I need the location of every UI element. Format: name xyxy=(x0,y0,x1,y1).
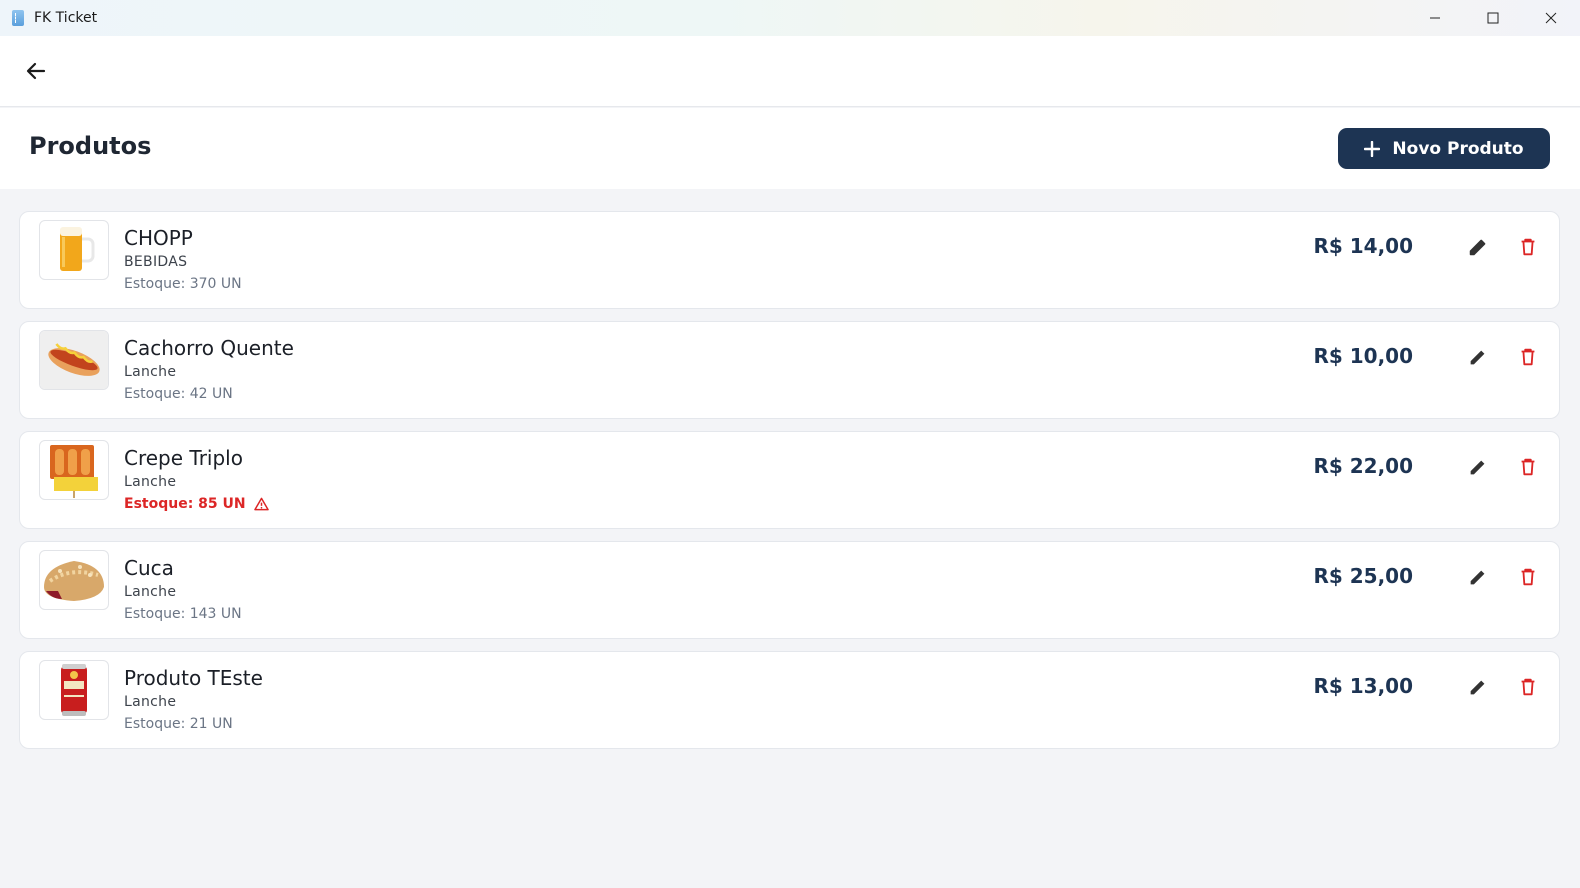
product-stock: Estoque: 21 UN xyxy=(124,716,233,732)
pencil-icon xyxy=(1470,350,1485,365)
product-name: Produto TEste xyxy=(124,666,263,690)
product-stock: Estoque: 143 UN xyxy=(124,606,242,622)
back-button[interactable] xyxy=(18,53,54,89)
product-category: Lanche xyxy=(124,474,177,490)
pencil-icon xyxy=(1469,239,1486,256)
cake-icon xyxy=(44,561,104,601)
product-stock-text: Estoque: 42 UN xyxy=(124,386,233,402)
beer-can-icon xyxy=(61,664,87,716)
delete-product-button[interactable] xyxy=(1513,232,1543,262)
product-category: Lanche xyxy=(124,364,177,380)
product-price: R$ 14,00 xyxy=(1313,234,1413,258)
pencil-icon xyxy=(1470,680,1485,695)
pencil-icon xyxy=(1470,570,1485,585)
product-name: Cuca xyxy=(124,556,174,580)
product-stock-text: Estoque: 143 UN xyxy=(124,606,242,622)
product-category: BEBIDAS xyxy=(124,254,188,270)
product-stock: Estoque: 85 UN xyxy=(124,496,269,512)
product-list: CHOPP BEBIDAS Estoque: 370 UN R$ 14,00 C… xyxy=(19,211,1560,761)
window-title: FK Ticket xyxy=(34,10,98,26)
product-price: R$ 10,00 xyxy=(1313,344,1413,368)
maximize-icon xyxy=(1487,12,1499,24)
close-window-button[interactable] xyxy=(1522,0,1580,36)
warning-icon xyxy=(253,497,269,511)
page-title: Produtos xyxy=(29,132,152,160)
app-bar xyxy=(0,36,1580,107)
page-header: Produtos Novo Produto xyxy=(0,108,1580,189)
trash-icon xyxy=(1521,568,1535,586)
trash-icon xyxy=(1521,238,1535,256)
product-price: R$ 22,00 xyxy=(1313,454,1413,478)
new-product-button-label: Novo Produto xyxy=(1392,138,1524,159)
product-image xyxy=(39,550,109,610)
product-stock-text: Estoque: 21 UN xyxy=(124,716,233,732)
product-card[interactable]: Cuca Lanche Estoque: 143 UN R$ 25,00 xyxy=(19,541,1560,639)
plus-icon xyxy=(1364,140,1381,157)
delete-product-button[interactable] xyxy=(1513,562,1543,592)
app-logo-icon xyxy=(12,10,24,26)
product-stock: Estoque: 42 UN xyxy=(124,386,233,402)
product-image xyxy=(39,330,109,390)
trash-icon xyxy=(1521,678,1535,696)
delete-product-button[interactable] xyxy=(1513,452,1543,482)
product-price: R$ 13,00 xyxy=(1313,674,1413,698)
product-card[interactable]: CHOPP BEBIDAS Estoque: 370 UN R$ 14,00 xyxy=(19,211,1560,309)
hotdog-icon xyxy=(40,331,108,389)
product-image xyxy=(39,220,109,280)
product-stock: Estoque: 370 UN xyxy=(124,276,242,292)
close-icon xyxy=(1545,12,1557,24)
product-name: Cachorro Quente xyxy=(124,336,294,360)
window-titlebar: FK Ticket xyxy=(0,0,1580,36)
product-category: Lanche xyxy=(124,694,177,710)
maximize-button[interactable] xyxy=(1464,0,1522,36)
trash-icon xyxy=(1521,458,1535,476)
edit-product-button[interactable] xyxy=(1463,672,1493,702)
arrow-left-icon xyxy=(26,62,46,80)
pencil-icon xyxy=(1470,460,1485,475)
product-image xyxy=(39,440,109,500)
product-stock-text: Estoque: 85 UN xyxy=(124,496,246,512)
minimize-icon xyxy=(1430,17,1440,19)
crepe-icon xyxy=(50,445,98,498)
beer-mug-icon xyxy=(60,227,95,271)
product-stock-text: Estoque: 370 UN xyxy=(124,276,242,292)
product-image xyxy=(39,660,109,720)
product-card[interactable]: Cachorro Quente Lanche Estoque: 42 UN R$… xyxy=(19,321,1560,419)
product-card[interactable]: Produto TEste Lanche Estoque: 21 UN R$ 1… xyxy=(19,651,1560,749)
edit-product-button[interactable] xyxy=(1463,452,1493,482)
window-controls xyxy=(1406,0,1580,36)
delete-product-button[interactable] xyxy=(1513,672,1543,702)
edit-product-button[interactable] xyxy=(1463,342,1493,372)
product-price: R$ 25,00 xyxy=(1313,564,1413,588)
edit-product-button[interactable] xyxy=(1463,232,1493,262)
trash-icon xyxy=(1521,348,1535,366)
product-name: CHOPP xyxy=(124,226,193,250)
product-category: Lanche xyxy=(124,584,177,600)
product-card[interactable]: Crepe Triplo Lanche Estoque: 85 UN R$ 22… xyxy=(19,431,1560,529)
product-name: Crepe Triplo xyxy=(124,446,243,470)
delete-product-button[interactable] xyxy=(1513,342,1543,372)
new-product-button[interactable]: Novo Produto xyxy=(1338,128,1550,169)
minimize-button[interactable] xyxy=(1406,0,1464,36)
edit-product-button[interactable] xyxy=(1463,562,1493,592)
